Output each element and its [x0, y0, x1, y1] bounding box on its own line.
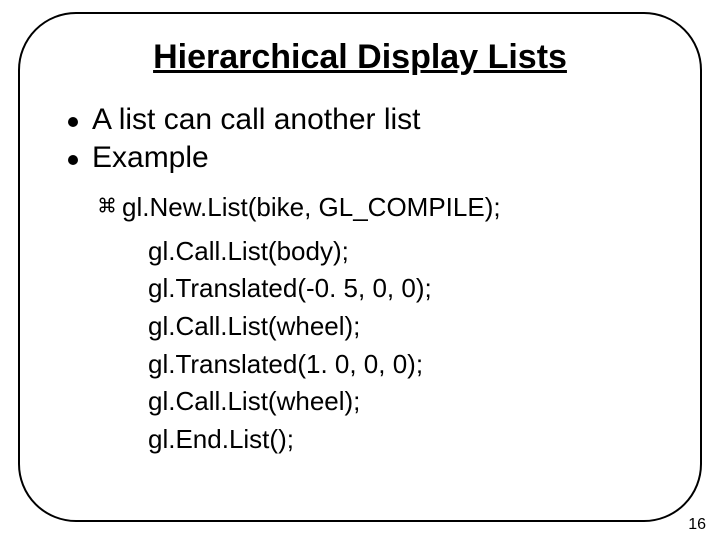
command-icon	[98, 196, 116, 214]
code-line: gl.Translated(-0. 5, 0, 0);	[98, 270, 660, 308]
bullet-dot-icon	[68, 117, 78, 127]
code-line: gl.Call.List(wheel);	[98, 383, 660, 421]
code-line: gl.Call.List(body);	[98, 233, 660, 271]
code-text: gl.New.List(bike, GL_COMPILE);	[122, 189, 501, 227]
bullet-dot-icon	[68, 155, 78, 165]
slide-frame: Hierarchical Display Lists A list can ca…	[18, 12, 702, 522]
page-number: 16	[688, 516, 706, 534]
slide-title: Hierarchical Display Lists	[60, 38, 660, 77]
code-line: gl.Translated(1. 0, 0, 0);	[98, 346, 660, 384]
bullet-list: A list can call another list Example	[68, 103, 660, 175]
bullet-text: Example	[92, 141, 209, 175]
bullet-text: A list can call another list	[92, 103, 421, 137]
code-block: gl.New.List(bike, GL_COMPILE); gl.Call.L…	[98, 189, 660, 459]
list-item: Example	[68, 141, 660, 175]
code-line: gl.Call.List(wheel);	[98, 308, 660, 346]
code-line-first: gl.New.List(bike, GL_COMPILE);	[98, 189, 660, 227]
code-line: gl.End.List();	[98, 421, 660, 459]
list-item: A list can call another list	[68, 103, 660, 137]
